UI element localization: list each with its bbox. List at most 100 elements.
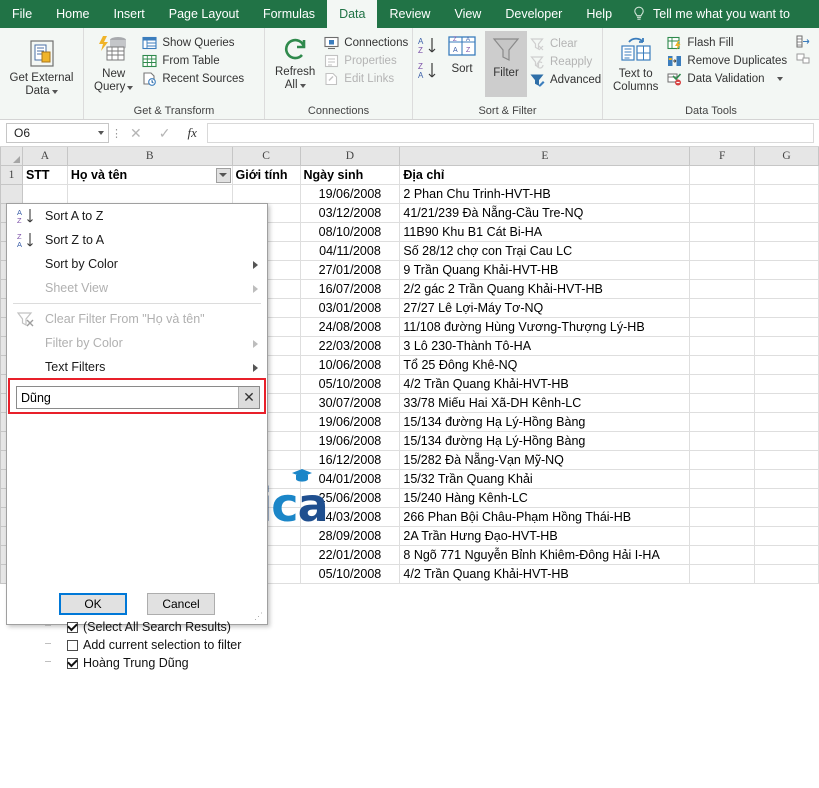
cell-f-10[interactable] bbox=[690, 336, 755, 355]
cell-addr-20[interactable]: 2A Trần Hưng Đạo-HVT-HB bbox=[400, 526, 690, 545]
menu-item-sort-a-to-z[interactable]: A Z Sort A to Z bbox=[7, 204, 267, 228]
sort-button[interactable]: Z A A Z Sort bbox=[439, 31, 485, 76]
chevron-down-icon[interactable] bbox=[777, 77, 783, 81]
column-header-g[interactable]: G bbox=[755, 147, 819, 165]
clear-search-icon[interactable]: ✕ bbox=[238, 387, 259, 408]
chevron-down-icon[interactable] bbox=[127, 86, 133, 90]
insert-function-icon[interactable]: fx bbox=[187, 125, 196, 141]
get-external-data-button[interactable]: Get External Data bbox=[4, 31, 80, 98]
cell-dob-22[interactable]: 05/10/2008 bbox=[300, 564, 400, 583]
cell-g-15[interactable] bbox=[755, 431, 819, 450]
cell-d1-ngaysinh[interactable]: Ngày sinh bbox=[300, 165, 400, 184]
cell-addr-5[interactable]: Số 28/12 chợ con Trại Cau LC bbox=[400, 241, 690, 260]
cell-dob-16[interactable]: 16/12/2008 bbox=[300, 450, 400, 469]
cell-g-5[interactable] bbox=[755, 241, 819, 260]
cell-addr-7[interactable]: 2/2 gác 2 Trần Quang Khải-HVT-HB bbox=[400, 279, 690, 298]
cell-b1-hovaten[interactable]: Họ và tên bbox=[67, 165, 232, 184]
cell-addr-3[interactable]: 41/21/239 Đà Nẵng-Cầu Tre-NQ bbox=[400, 203, 690, 222]
filter-search-box[interactable]: ✕ bbox=[16, 386, 260, 409]
text-to-columns-button[interactable]: Text to Columns bbox=[607, 31, 664, 94]
cell-dob-10[interactable]: 22/03/2008 bbox=[300, 336, 400, 355]
cell-dob-8[interactable]: 03/01/2008 bbox=[300, 298, 400, 317]
cell-g-10[interactable] bbox=[755, 336, 819, 355]
tab-file[interactable]: File bbox=[0, 0, 44, 28]
cell-g-16[interactable] bbox=[755, 450, 819, 469]
cell-c1-gioitinh[interactable]: Giới tính bbox=[232, 165, 300, 184]
cell-addr-10[interactable]: 3 Lô 230-Thành Tô-HA bbox=[400, 336, 690, 355]
cell-dob-5[interactable]: 04/11/2008 bbox=[300, 241, 400, 260]
cell-f-17[interactable] bbox=[690, 469, 755, 488]
cell-g-6[interactable] bbox=[755, 260, 819, 279]
cell-g-3[interactable] bbox=[755, 203, 819, 222]
menu-item-sort-z-to-a[interactable]: Z A Sort Z to A bbox=[7, 228, 267, 252]
cell-stt-2[interactable] bbox=[22, 184, 67, 203]
tab-home[interactable]: Home bbox=[44, 0, 101, 28]
cell-g-19[interactable] bbox=[755, 507, 819, 526]
cell-g-22[interactable] bbox=[755, 564, 819, 583]
cell-g-21[interactable] bbox=[755, 545, 819, 564]
search-input[interactable] bbox=[17, 387, 238, 408]
cancel-entry-icon[interactable]: ✕ bbox=[130, 125, 142, 142]
cell-g-9[interactable] bbox=[755, 317, 819, 336]
flash-fill-button[interactable]: Flash Fill bbox=[664, 35, 792, 51]
cell-addr-16[interactable]: 15/282 Đà Nẵng-Vạn Mỹ-NQ bbox=[400, 450, 690, 469]
column-header-d[interactable]: D bbox=[300, 147, 400, 165]
chevron-down-icon[interactable] bbox=[300, 84, 306, 88]
cell-addr-2[interactable]: 2 Phan Chu Trinh-HVT-HB bbox=[400, 184, 690, 203]
cell-a1-stt[interactable]: STT bbox=[22, 165, 67, 184]
cell-dob-18[interactable]: 25/06/2008 bbox=[300, 488, 400, 507]
connections-button[interactable]: Connections bbox=[321, 35, 413, 51]
cell-dob-20[interactable]: 28/09/2008 bbox=[300, 526, 400, 545]
tab-formulas[interactable]: Formulas bbox=[251, 0, 327, 28]
cell-dob-12[interactable]: 05/10/2008 bbox=[300, 374, 400, 393]
cell-f-5[interactable] bbox=[690, 241, 755, 260]
recent-sources-button[interactable]: Recent Sources bbox=[139, 71, 249, 87]
data-validation-button[interactable]: Data Validation bbox=[664, 71, 792, 87]
cell-g1[interactable] bbox=[755, 165, 819, 184]
tab-help[interactable]: Help bbox=[574, 0, 624, 28]
cell-addr-4[interactable]: 11B90 Khu B1 Cát Bi-HA bbox=[400, 222, 690, 241]
cell-f-19[interactable] bbox=[690, 507, 755, 526]
cell-f-3[interactable] bbox=[690, 203, 755, 222]
cell-g-13[interactable] bbox=[755, 393, 819, 412]
cell-f-4[interactable] bbox=[690, 222, 755, 241]
cell-dob-7[interactable]: 16/07/2008 bbox=[300, 279, 400, 298]
list-item-select-all[interactable]: ┄ (Select All Search Results) bbox=[45, 618, 273, 636]
cell-f-16[interactable] bbox=[690, 450, 755, 469]
enter-entry-icon[interactable]: ✓ bbox=[159, 125, 171, 142]
tab-view[interactable]: View bbox=[442, 0, 493, 28]
ok-button[interactable]: OK bbox=[59, 593, 127, 615]
cell-addr-6[interactable]: 9 Trần Quang Khải-HVT-HB bbox=[400, 260, 690, 279]
consolidate-icon[interactable] bbox=[796, 35, 810, 48]
column-header-f[interactable]: F bbox=[690, 147, 755, 165]
chevron-down-icon[interactable] bbox=[52, 90, 58, 94]
cell-g-18[interactable] bbox=[755, 488, 819, 507]
cell-dob-21[interactable]: 22/01/2008 bbox=[300, 545, 400, 564]
cell-e1-diachi[interactable]: Địa chỉ bbox=[400, 165, 690, 184]
cell-g-17[interactable] bbox=[755, 469, 819, 488]
cell-g-11[interactable] bbox=[755, 355, 819, 374]
cell-addr-9[interactable]: 11/108 đường Hùng Vương-Thượng Lý-HB bbox=[400, 317, 690, 336]
sort-descending-icon[interactable]: Z A bbox=[417, 61, 439, 81]
cell-addr-12[interactable]: 4/2 Trần Quang Khải-HVT-HB bbox=[400, 374, 690, 393]
cell-f-6[interactable] bbox=[690, 260, 755, 279]
cell-g-7[interactable] bbox=[755, 279, 819, 298]
cell-gender-2[interactable] bbox=[232, 184, 300, 203]
from-table-button[interactable]: From Table bbox=[139, 53, 249, 69]
tab-review[interactable]: Review bbox=[377, 0, 442, 28]
cell-dob-4[interactable]: 08/10/2008 bbox=[300, 222, 400, 241]
cell-f-14[interactable] bbox=[690, 412, 755, 431]
menu-item-text-filters[interactable]: Text Filters bbox=[7, 355, 267, 379]
cell-addr-22[interactable]: 4/2 Trần Quang Khải-HVT-HB bbox=[400, 564, 690, 583]
row-header-1[interactable]: 1 bbox=[1, 165, 23, 184]
cell-addr-11[interactable]: Tổ 25 Đông Khê-NQ bbox=[400, 355, 690, 374]
cell-f-12[interactable] bbox=[690, 374, 755, 393]
cell-addr-18[interactable]: 15/240 Hàng Kênh-LC bbox=[400, 488, 690, 507]
cancel-button[interactable]: Cancel bbox=[147, 593, 215, 615]
cell-f-15[interactable] bbox=[690, 431, 755, 450]
show-queries-button[interactable]: Show Queries bbox=[139, 35, 249, 51]
cell-dob-2[interactable]: 19/06/2008 bbox=[300, 184, 400, 203]
cell-g-4[interactable] bbox=[755, 222, 819, 241]
cell-f-18[interactable] bbox=[690, 488, 755, 507]
cell-dob-6[interactable]: 27/01/2008 bbox=[300, 260, 400, 279]
